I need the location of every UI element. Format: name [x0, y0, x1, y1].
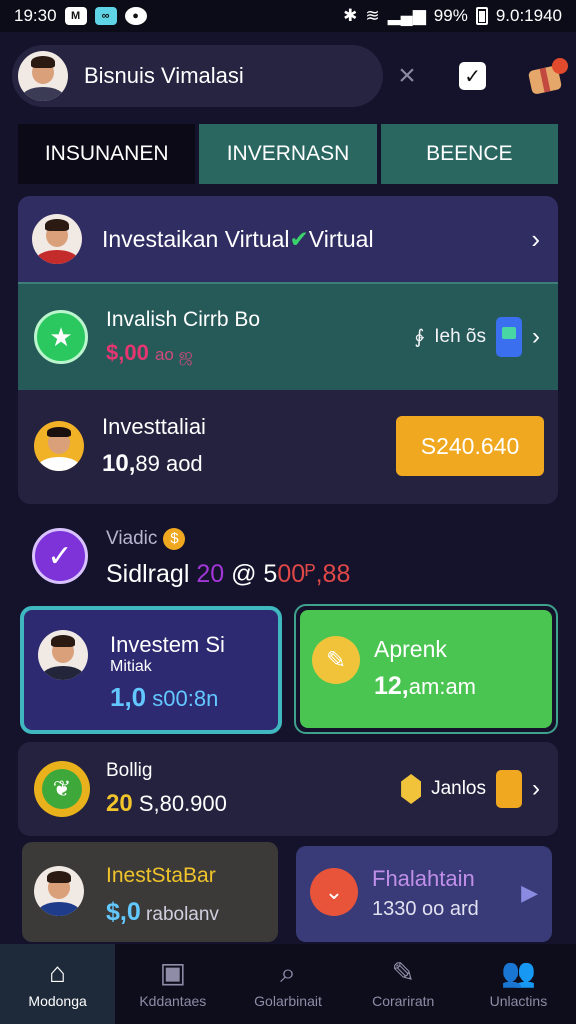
nav-item-unlactins[interactable]: 👥 Unlactins — [461, 944, 576, 1024]
gift-icon[interactable] — [528, 58, 568, 95]
coin-icon: $ — [163, 528, 186, 550]
wallet-label: Viadic $ — [106, 528, 186, 550]
profile-pill[interactable]: Bisnuis Vimalasi — [12, 45, 384, 107]
invalish-amount: $,00 ao ஜ — [106, 339, 193, 365]
leaf-icon: ❦ — [34, 761, 90, 817]
invest-value-button[interactable]: S240.640 — [396, 416, 544, 476]
virtual-investment-title: Investaikan Virtual✔Virtual — [102, 225, 374, 252]
edit-icon: ✎ — [391, 957, 415, 988]
invalish-title: Invalish Cirrb Bo — [106, 307, 261, 331]
battery-icon — [475, 7, 488, 25]
bonus-row[interactable]: ❦ Bollig 20 S,80.900 Janlos › — [18, 742, 558, 836]
tab-insunanen[interactable]: INSUNANEN — [18, 124, 196, 184]
nav-item-corariratn[interactable]: ✎ Corariratn — [346, 944, 461, 1024]
user-avatar — [38, 630, 88, 680]
status-clock: 9.0:1940 — [495, 6, 562, 25]
aprenk-title: Aprenk — [374, 636, 447, 662]
tab-bar: INSUNANEN INVERNASN BEENCE — [18, 124, 558, 184]
check-badge-icon: ✓ — [32, 528, 88, 584]
user-avatar — [32, 214, 82, 264]
nav-label: Golarbinait — [254, 993, 322, 1009]
bonus-amount: 20 S,80.900 — [106, 790, 227, 817]
signal-icon: ▂▄▆ — [387, 6, 426, 25]
aprenk-amount: 12,am:am — [374, 672, 477, 700]
notification-chat-icon: ∞ — [94, 7, 117, 25]
check-icon: ✔ — [289, 225, 309, 252]
notification-record-icon: ● — [124, 7, 147, 25]
invalish-right-text: Ieh õs — [434, 326, 486, 347]
bonus-title: Bollig — [106, 760, 153, 781]
chevron-right-icon[interactable]: › — [532, 775, 540, 803]
gallery-icon: ▣ — [159, 957, 187, 988]
bonus-right-text: Janlos — [431, 778, 486, 799]
top-header: Bisnuis Vimalasi × ✓ — [12, 44, 568, 108]
wallet-amount: Sidlragl 20 @ 500ᴾ,88 — [106, 560, 351, 588]
home-icon: ⌂ — [49, 957, 67, 988]
chevrons-up-icon: ⌄ — [310, 868, 358, 916]
fhalan-subtitle: 1330 oo ard — [372, 898, 479, 920]
investem-card[interactable]: Investem Si Mitiak 1,0 s00:8n — [20, 606, 282, 734]
nav-label: Modonga — [28, 993, 87, 1009]
investtaliai-amount: 10,89 aod — [102, 450, 203, 477]
integral-icon: ∲ — [414, 326, 425, 348]
nav-label: Corariratn — [372, 993, 435, 1009]
wallet-tag-icon — [496, 317, 522, 357]
nav-label: Unlactins — [489, 993, 548, 1009]
status-bar: 19:30 M ∞ ● ✱ ≋ ▂▄▆ 99% 9.0:1940 — [0, 0, 576, 32]
profile-name: Bisnuis Vimalasi — [84, 63, 244, 88]
fhalan-title: Fhalahtain — [372, 866, 475, 891]
inest-amount: $,0 rabolanv — [106, 898, 219, 926]
investtaliai-title: Investtaliai — [102, 414, 206, 439]
tab-beence[interactable]: BEENCE — [380, 124, 558, 184]
close-icon[interactable]: × — [391, 59, 423, 92]
nav-item-kddantaes[interactable]: ▣ Kddantaes — [115, 944, 230, 1024]
profile-avatar — [18, 51, 68, 101]
vibrate-icon: ✱ — [343, 6, 358, 25]
inest-card[interactable]: InestStaBar $,0 rabolanv — [22, 842, 278, 942]
nav-label: Kddantaes — [139, 993, 207, 1009]
investment-group-card: Investaikan Virtual✔Virtual › ★ Invalish… — [18, 196, 558, 504]
fhalan-card[interactable]: ⌄ Fhalahtain 1330 oo ard ▶ — [296, 846, 552, 942]
invalish-row[interactable]: ★ Invalish Cirrb Bo $,00 ao ஜ ∲ Ieh õs › — [18, 282, 558, 390]
wifi-icon: ≋ — [365, 6, 380, 25]
nav-item-search[interactable]: ⌕ Golarbinait — [230, 944, 345, 1024]
nav-item-home[interactable]: ⌂ Modonga — [0, 944, 116, 1024]
star-badge-icon: ★ — [34, 310, 88, 364]
battery-percent: 99% — [433, 6, 468, 25]
chevron-right-icon[interactable]: › — [531, 224, 540, 255]
bottom-navigation: ⌂ Modonga ▣ Kddantaes ⌕ Golarbinait ✎ Co… — [0, 944, 576, 1024]
investem-subtitle: Mitiak — [110, 658, 152, 675]
search-icon: ⌕ — [280, 957, 296, 988]
play-arrow-icon[interactable]: ▶ — [521, 880, 538, 906]
wallet-summary: ✓ Viadic $ Sidlragl 20 @ 500ᴾ,88 — [18, 514, 558, 594]
investtaliai-row: Investtaliai 10,89 aod S240.640 — [18, 390, 558, 502]
user-avatar — [34, 866, 84, 916]
user-avatar — [34, 421, 84, 471]
hexagon-icon — [401, 774, 422, 804]
tag-icon — [496, 770, 522, 808]
users-icon: 👥 — [500, 957, 536, 988]
tab-invernasn[interactable]: INVERNASN — [199, 124, 377, 184]
pin-icon: ✎ — [312, 636, 360, 684]
notification-app-icon: M — [64, 7, 87, 25]
chevron-right-icon[interactable]: › — [532, 323, 540, 351]
checklist-icon[interactable]: ✓ — [458, 62, 487, 90]
inest-title: InestStaBar — [106, 864, 216, 887]
status-time: 19:30 — [14, 6, 57, 25]
virtual-investment-row[interactable]: Investaikan Virtual✔Virtual › — [18, 196, 558, 282]
aprenk-card[interactable]: ✎ Aprenk 12,am:am — [294, 604, 558, 734]
investem-amount: 1,0 s00:8n — [110, 682, 219, 712]
investem-title: Investem Si — [110, 632, 225, 657]
